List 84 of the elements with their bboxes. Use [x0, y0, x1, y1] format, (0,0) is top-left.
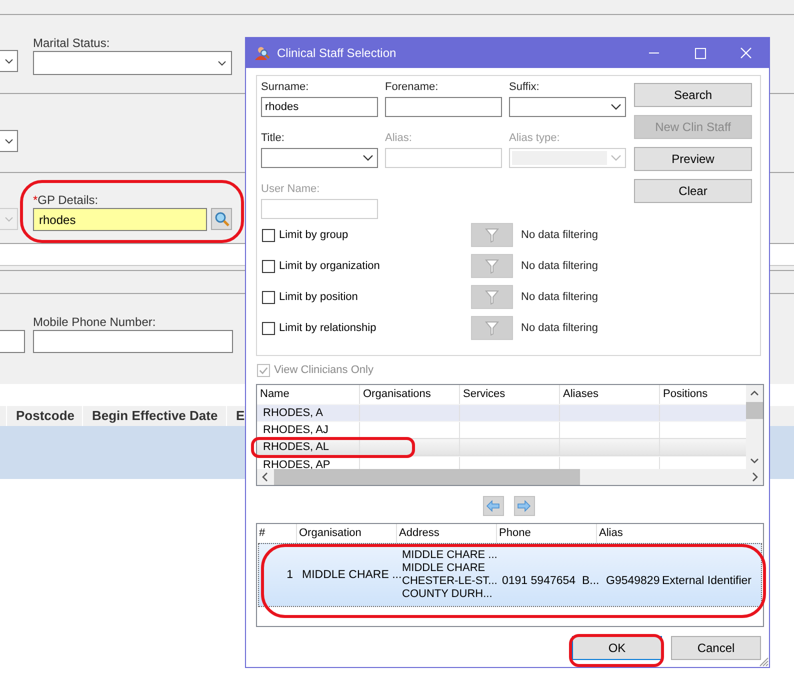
table-cell-text: G9549829 [605, 575, 659, 587]
dropdown[interactable] [0, 130, 18, 152]
chevron-icon [4, 58, 12, 64]
checkbox-label: Limit by relationship [279, 322, 376, 334]
required-mark: * [33, 193, 38, 207]
field-label: Forename: [385, 80, 440, 94]
window-title: Clinical Staff Selection [277, 46, 398, 60]
funnel-icon [485, 320, 499, 336]
move-right-button[interactable] [514, 496, 534, 516]
filter-status: No data filtering [521, 260, 598, 272]
chevron-icon [218, 60, 226, 66]
checkbox-label: Limit by position [279, 291, 358, 303]
vertical-scrollbar[interactable] [746, 385, 763, 469]
address-line: COUNTY DURH... [402, 588, 494, 601]
resize-grip-icon[interactable] [757, 655, 769, 667]
dropdown[interactable] [509, 97, 626, 117]
field-label: Alias: [385, 131, 413, 145]
person-magnifier-icon [254, 45, 270, 61]
table-cell-text: B... [581, 575, 600, 587]
field-label: Surname: [261, 80, 310, 94]
filter-button[interactable] [471, 316, 513, 340]
field-label: Alias type: [509, 131, 561, 145]
input-field[interactable]: rhodes [261, 97, 378, 117]
checkbox[interactable] [262, 228, 275, 242]
search-icon [214, 211, 230, 227]
checkbox-label: Limit by group [279, 229, 348, 241]
field-label: GP Details: [38, 193, 98, 207]
checkbox-label: Limit by organization [279, 260, 380, 272]
scrollbar-thumb[interactable] [746, 402, 763, 419]
gp-details-field[interactable]: rhodes [33, 208, 207, 231]
dialog-button[interactable]: Cancel [671, 636, 761, 660]
field-label: Title: [261, 131, 286, 145]
field-label: Mobile Phone Number: [33, 315, 157, 329]
filter-button[interactable] [471, 254, 513, 278]
move-left-button[interactable] [482, 496, 504, 516]
left-arrow-icon [486, 500, 500, 512]
horizontal-scrollbar[interactable] [257, 469, 763, 485]
field-label: User Name: [261, 182, 321, 196]
address-line: MIDDLE CHARE [402, 562, 486, 575]
checkbox[interactable] [262, 260, 275, 272]
checkbox[interactable] [262, 322, 275, 334]
chevron-icon [4, 216, 12, 222]
search-button[interactable] [211, 208, 232, 230]
result-row[interactable]: RHODES, A [257, 404, 746, 421]
marital-status-dropdown[interactable] [33, 51, 232, 75]
field-label: Marital Status: [33, 36, 111, 50]
address-line: CHESTER-LE-ST... [402, 575, 498, 588]
filter-button[interactable] [471, 285, 513, 309]
filter-status: No data filtering [521, 322, 598, 334]
checkbox[interactable] [262, 290, 275, 304]
chevron-icon [4, 138, 12, 144]
filter-button[interactable] [471, 223, 513, 247]
column-header[interactable]: Positions [660, 385, 746, 404]
input-field[interactable] [385, 97, 502, 117]
filter-status: No data filtering [521, 291, 598, 303]
dialog-button[interactable]: OK [572, 636, 662, 660]
chevron-icon [611, 155, 621, 161]
table-cell-text: 0191 5947654 [501, 575, 577, 587]
table-cell: RHODES, AL [263, 441, 330, 453]
dropdown[interactable] [0, 50, 18, 72]
filter-status: No data filtering [521, 229, 598, 241]
table-cell-text: MIDDLE CHARE ... [301, 569, 399, 581]
address-line: MIDDLE CHARE ... [402, 549, 498, 562]
funnel-icon [485, 227, 499, 243]
action-button[interactable]: Clear [634, 179, 752, 203]
funnel-icon [485, 289, 499, 305]
dropdown[interactable] [261, 148, 378, 168]
chevron-icon [363, 155, 373, 161]
table-cell-text: External Identifier [661, 575, 752, 587]
funnel-icon [485, 258, 499, 274]
table-cell: RHODES, A [263, 407, 323, 419]
action-button[interactable]: Search [634, 83, 752, 107]
mobile-phone-field[interactable] [33, 330, 233, 353]
table-cell-text: 1 [286, 569, 294, 581]
result-row[interactable]: RHODES, AL [257, 438, 746, 456]
table-cell: RHODES, AJ [263, 424, 328, 436]
chevron-icon [611, 104, 621, 110]
action-button[interactable]: Preview [634, 147, 752, 171]
input-field[interactable] [0, 330, 25, 353]
column-header[interactable]: Alias [597, 524, 763, 543]
checkbox-label: View Clinicians Only [274, 364, 374, 376]
field-label: Suffix: [509, 80, 540, 94]
right-arrow-icon [517, 500, 531, 512]
scrollbar-thumb[interactable] [274, 469, 580, 485]
